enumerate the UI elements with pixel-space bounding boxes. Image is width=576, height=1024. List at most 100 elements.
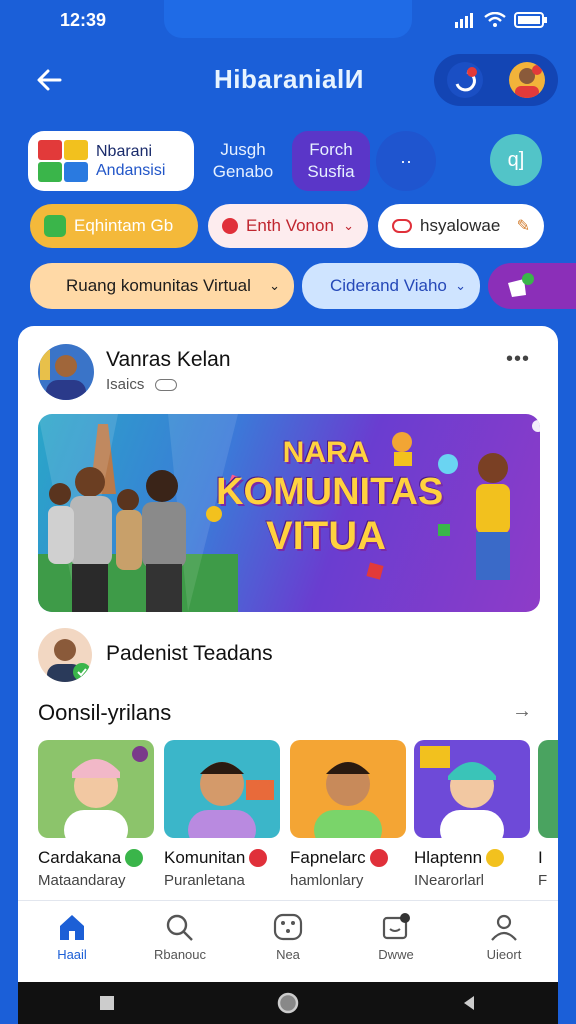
nav-games-label: Nea: [276, 947, 300, 962]
member-name: Komunitan: [164, 848, 246, 867]
verified-badge-icon: [125, 849, 144, 867]
nav-home[interactable]: Haail: [27, 901, 117, 982]
brand-line2: Andansisi: [96, 162, 166, 179]
profile-avatar-button[interactable]: [509, 62, 545, 98]
chevron-down-icon: ⌄: [455, 278, 466, 293]
person-photo-icon: [420, 746, 504, 838]
member-card[interactable]: Komunitan Puranletana: [164, 740, 280, 889]
battery-icon: [514, 12, 547, 28]
banner-line3: VITUA: [266, 514, 386, 558]
member-photo: [290, 740, 406, 838]
app-header: HibaranialИ: [0, 50, 576, 110]
tab-forch-line2: Susfia: [307, 162, 355, 181]
chip-ciderand[interactable]: Ciderand Viaho ⌄: [302, 263, 480, 309]
person-photo-icon: [64, 746, 148, 838]
status-time: 12:39: [60, 9, 107, 30]
banner-line2: KOMUNITAS: [216, 471, 444, 513]
verified-badge-icon: [369, 849, 388, 867]
brand-card[interactable]: Nbarani Andansisi: [28, 131, 194, 191]
notification-button[interactable]: [447, 62, 483, 98]
quick-button[interactable]: q]: [490, 134, 542, 186]
section-arrow-icon[interactable]: →: [512, 700, 532, 723]
member-card[interactable]: Cardakana Mataandaray: [38, 740, 154, 889]
chip-extra[interactable]: [488, 263, 576, 309]
chevron-down-icon: ⌄: [343, 218, 354, 233]
category-row: Nbarani Andansisi Jusgh Genabo Forch Sus…: [28, 128, 576, 192]
chip-ruang-komunitas[interactable]: Ruang komunitas Virtual ⌄: [30, 263, 294, 309]
flower-icon: [222, 218, 238, 234]
chip-ciderand-label: Ciderand Viaho: [330, 276, 447, 295]
recent-apps-icon[interactable]: [98, 994, 116, 1012]
chip-eqhintam[interactable]: Eqhintam Gb: [30, 204, 198, 248]
tab-forch[interactable]: Forch Susfia: [292, 131, 370, 191]
sub-post-avatar[interactable]: [38, 628, 92, 682]
tab-jusgh-line2: Genabo: [212, 162, 274, 181]
chip-ruang-komunitas-label: Ruang komunitas Virtual: [66, 276, 251, 295]
pencil-icon: ✎: [516, 218, 530, 235]
app-title: HibaranialИ: [214, 64, 364, 94]
dice-icon: [273, 913, 303, 941]
sub-post-name[interactable]: Padenist Teadans: [106, 642, 273, 666]
nav-messages[interactable]: Dwwe: [351, 901, 441, 982]
member-subtitle: F: [538, 872, 548, 889]
badge-icon: [154, 379, 177, 392]
chip-hsyalowae[interactable]: hsyalowae ✎: [378, 204, 544, 248]
verified-badge-icon: [486, 849, 505, 867]
book-icon: [44, 215, 66, 237]
tab-forch-line1: Forch: [309, 140, 353, 159]
chip-enth-vonon[interactable]: Enth Vonon ⌄: [208, 204, 368, 248]
sticker-icon: [508, 273, 534, 297]
nav-messages-label: Dwwe: [378, 947, 414, 962]
member-card[interactable]: Fapnelarc hamlonlary: [290, 740, 406, 889]
member-name-row: I: [538, 848, 558, 868]
post-author-name[interactable]: Vanras Kelan: [106, 348, 231, 372]
member-name-row: Cardakana: [38, 848, 154, 868]
member-photo: [164, 740, 280, 838]
pill-icon: [392, 219, 412, 233]
post-header: Vanras Kelan Isaics •••: [38, 344, 538, 400]
sub-post-header: Padenist Teadans: [38, 628, 538, 682]
member-card[interactable]: I F: [538, 740, 558, 889]
avatar-icon: [515, 65, 542, 98]
back-button-icon[interactable]: [460, 994, 478, 1012]
nav-games[interactable]: Nea: [243, 901, 333, 982]
member-name-row: Komunitan: [164, 848, 280, 868]
person-photo-icon: [314, 762, 382, 838]
chip-hsyalowae-label: hsyalowae: [420, 216, 501, 235]
member-subtitle: Mataandaray: [38, 872, 126, 889]
community-banner[interactable]: NARA KOMUNITAS VITUA: [38, 414, 540, 612]
back-arrow-icon[interactable]: [32, 62, 68, 98]
more-tabs-button[interactable]: ··: [376, 131, 436, 191]
member-name: Hlaptenn: [414, 848, 483, 867]
member-name-row: Hlaptenn: [414, 848, 530, 868]
wifi-icon: [484, 12, 506, 27]
member-name: Cardakana: [38, 848, 122, 867]
member-name: I: [538, 848, 543, 867]
verified-badge-icon: [249, 849, 268, 867]
chevron-down-icon: ⌄: [269, 278, 280, 293]
member-photo: [38, 740, 154, 838]
nav-profile-label: Uieort: [486, 947, 522, 962]
member-card[interactable]: Hlaptenn INearorlarl: [414, 740, 530, 889]
banner-title: NARA KOMUNITAS VITUA: [216, 436, 444, 558]
member-cards: Cardakana Mataandaray Komunitan Puranlet…: [38, 740, 576, 890]
tab-jusgh-line1: Jusgh: [220, 140, 266, 159]
tab-jusgh[interactable]: Jusgh Genabo: [204, 131, 282, 191]
post-avatar[interactable]: [38, 344, 94, 400]
member-name-row: Fapnelarc: [290, 848, 406, 868]
more-options-button[interactable]: •••: [506, 348, 530, 371]
person-photo-icon: [188, 762, 274, 838]
home-button-icon[interactable]: [277, 992, 299, 1014]
member-photo: [414, 740, 530, 838]
nav-profile[interactable]: Uieort: [459, 901, 549, 982]
nav-search[interactable]: Rbanouc: [135, 901, 225, 982]
post-subtitle-text: Isaics: [106, 376, 145, 393]
person-avatar-icon: [40, 350, 86, 400]
bottom-navigation: Haail Rbanouc Nea Dwwe Uieort: [18, 900, 558, 982]
notification-icon: [455, 67, 477, 92]
message-icon: [382, 913, 410, 940]
person-avatar-icon: [47, 639, 91, 682]
signal-icon: [455, 13, 473, 28]
feed-panel: Vanras Kelan Isaics ••• NARA KOMUNITAS V…: [18, 326, 558, 926]
banner-line1: NARA: [282, 436, 370, 469]
